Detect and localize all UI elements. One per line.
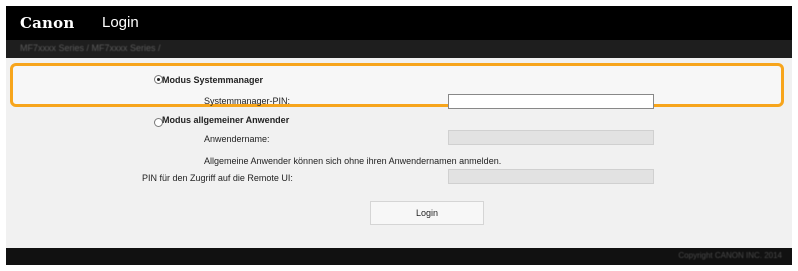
header-bar: Canon Login <box>6 6 792 40</box>
admin-mode-highlight <box>10 63 784 107</box>
device-name-text: MF7xxxx Series / MF7xxxx Series / <box>20 43 161 53</box>
canon-logo: Canon <box>20 14 75 32</box>
admin-mode-label: Modus Systemmanager <box>162 75 264 85</box>
login-form: Modus Systemmanager Systemmanager-PIN: M… <box>6 58 792 248</box>
footer-bar: Copyright CANON INC. 2014 <box>6 248 792 265</box>
page-title: Login <box>102 14 139 31</box>
device-name-bar: MF7xxxx Series / MF7xxxx Series / <box>6 40 792 58</box>
username-input[interactable] <box>448 130 654 145</box>
remote-pin-label: PIN für den Zugriff auf die Remote UI: <box>142 173 293 183</box>
info-text: Allgemeine Anwender können sich ohne ihr… <box>204 156 502 166</box>
login-button[interactable]: Login <box>370 201 484 225</box>
remote-pin-input[interactable] <box>448 169 654 184</box>
admin-pin-input[interactable] <box>448 94 654 109</box>
general-mode-label: Modus allgemeiner Anwender <box>162 115 290 125</box>
copyright-text: Copyright CANON INC. 2014 <box>678 251 782 260</box>
remote-ui-window: Canon Login MF7xxxx Series / MF7xxxx Ser… <box>6 6 792 265</box>
username-label: Anwendername: <box>204 134 270 144</box>
admin-pin-label: Systemmanager-PIN: <box>204 96 291 106</box>
